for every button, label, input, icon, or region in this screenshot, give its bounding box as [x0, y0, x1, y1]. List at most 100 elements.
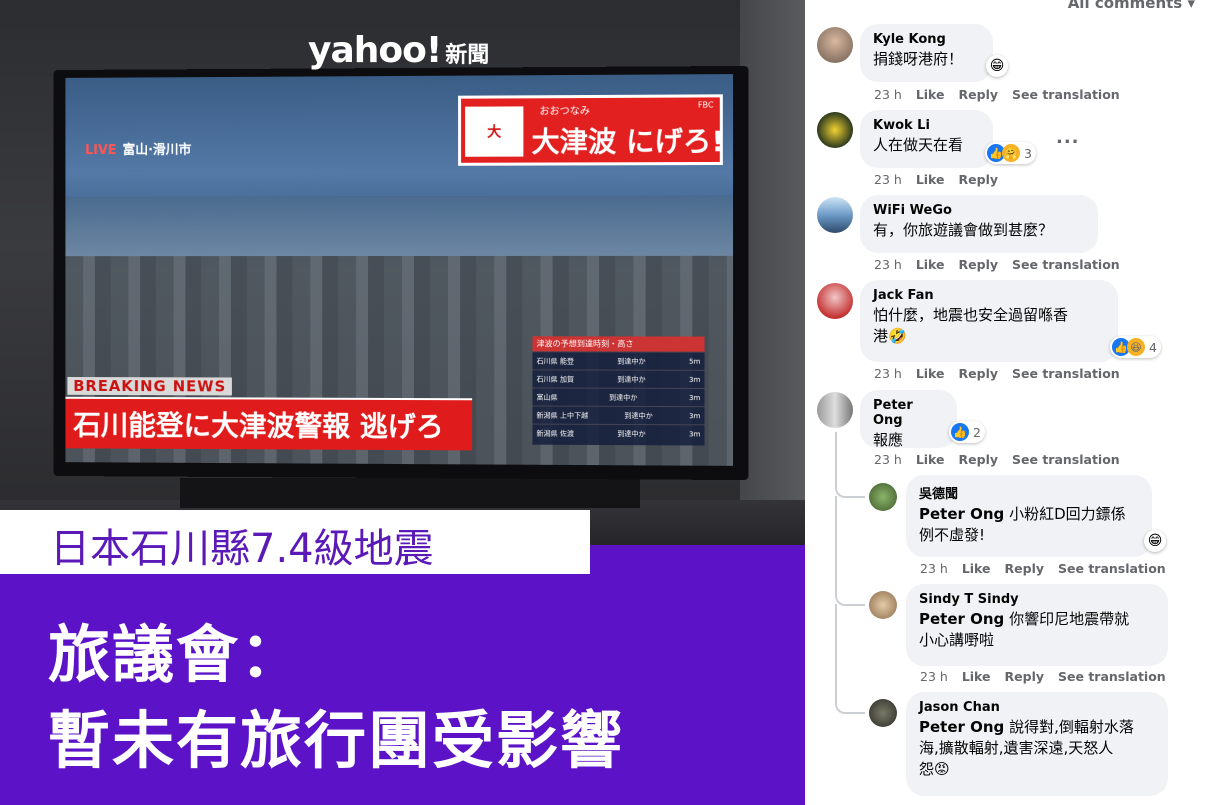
- caret-down-icon: ▾: [1187, 0, 1195, 12]
- table-row: 石川県 加賀 到達中か 3m: [532, 369, 705, 389]
- thread-line: [835, 604, 865, 714]
- caption-text: 日本石川縣7.4級地震: [50, 526, 434, 572]
- live-tag: LIVE: [85, 143, 117, 159]
- table-row: 新潟県 佐渡 到達中か 3m: [532, 423, 705, 443]
- live-location: 富山·滑川市: [122, 142, 192, 158]
- mention-tag[interactable]: Peter Ong: [919, 610, 1004, 628]
- reply-text-line: 小心講嘢啦: [919, 631, 995, 649]
- like-link[interactable]: Like: [916, 452, 945, 467]
- reply-link[interactable]: Reply: [959, 452, 998, 467]
- commenter-name[interactable]: WiFi WeGo: [873, 203, 1085, 218]
- caption-box: 日本石川縣7.4級地震: [0, 510, 590, 574]
- comment-text-line: 怕什麼，地震也安全過留喺香: [873, 306, 1069, 324]
- tsunami-table: 津波の予想到達時刻・高さ 石川県 能登 到達中か 5m 石川県 加賀 到達中か 3m 富…: [532, 336, 705, 446]
- reply-link[interactable]: Reply: [1005, 561, 1044, 576]
- more-options-icon[interactable]: ...: [1056, 127, 1080, 148]
- mention-tag[interactable]: Peter Ong: [919, 505, 1004, 523]
- reply-bubble: Sindy T Sindy Peter Ong 你響印尼地震帶就 小心講嘢啦: [906, 584, 1168, 666]
- like-link[interactable]: Like: [916, 172, 945, 187]
- breaking-news-label: BREAKING NEWS: [67, 376, 233, 396]
- comment-bubble: Kwok Li 人在做天在看: [860, 110, 993, 168]
- grin-emoji-icon: 😁: [1144, 530, 1166, 552]
- like-reaction-icon: 👍: [951, 423, 969, 441]
- comment-meta: 23 h Like Reply: [874, 172, 999, 187]
- reaction-summary[interactable]: 👍 😆 4: [1110, 336, 1161, 358]
- reply-text-line: Peter Ong 小粉紅D回力鏢係: [919, 505, 1126, 523]
- see-translation-link[interactable]: See translation: [1058, 561, 1166, 576]
- commenter-name[interactable]: Kyle Kong: [873, 32, 980, 47]
- reply-meta: 23 h Like Reply See translation: [920, 669, 1166, 684]
- see-translation-link[interactable]: See translation: [1058, 669, 1166, 684]
- tsunami-headline: 大津波 にげろ!: [531, 124, 725, 159]
- table-row: 富山県 到達中か 3m: [532, 387, 705, 407]
- see-translation-link[interactable]: See translation: [1012, 257, 1120, 272]
- reply-bubble: Jason Chan Peter Ong 說得對,倒輻射水落 海,擴散輻射,遺害…: [906, 692, 1168, 796]
- commenter-name[interactable]: 吳德聞: [919, 483, 1139, 502]
- see-translation-link[interactable]: See translation: [1012, 452, 1120, 467]
- comment-bubble: Jack Fan 怕什麼，地震也安全過留喺香 港🤣: [860, 280, 1118, 362]
- comments-panel: All comments ▾ Kyle Kong 捐錢呀港府！ 😁 23 h Li…: [805, 0, 1213, 805]
- reply-text-line: Peter Ong 你響印尼地震帶就: [919, 610, 1130, 628]
- live-label: LIVE 富山·滑川市: [85, 139, 191, 158]
- commenter-name[interactable]: Peter Ong: [873, 398, 944, 428]
- commenter-name[interactable]: Kwok Li: [873, 118, 980, 133]
- reply-link[interactable]: Reply: [1005, 669, 1044, 684]
- comment-meta: 23 h Like Reply See translation: [874, 452, 1120, 467]
- see-translation-link[interactable]: See translation: [1012, 87, 1120, 102]
- like-link[interactable]: Like: [962, 561, 991, 576]
- avatar[interactable]: [817, 283, 853, 319]
- commenter-name[interactable]: Jack Fan: [873, 288, 1105, 303]
- avatar[interactable]: [817, 112, 853, 148]
- comment-bubble: WiFi WeGo 有，你旅遊議會做到甚麼？: [860, 195, 1098, 253]
- avatar[interactable]: [817, 392, 853, 428]
- like-link[interactable]: Like: [962, 669, 991, 684]
- like-link[interactable]: Like: [916, 257, 945, 272]
- commenter-name[interactable]: Sindy T Sindy: [919, 592, 1155, 607]
- table-row: 石川県 能登 到達中か 5m: [532, 351, 705, 370]
- thread-line: [835, 496, 865, 606]
- reply-text-line: Peter Ong 說得對,倒輻射水落: [919, 718, 1134, 736]
- tv-screen: LIVE 富山·滑川市 大 おおつなみ 大津波 にげろ! FBC 津波の予想到達時…: [65, 74, 734, 466]
- like-link[interactable]: Like: [916, 87, 945, 102]
- see-translation-link[interactable]: See translation: [1012, 366, 1120, 381]
- reaction-summary[interactable]: 👍 2: [949, 421, 985, 443]
- comment-meta: 23 h Like Reply See translation: [874, 257, 1120, 272]
- comment-text: 人在做天在看: [873, 136, 964, 154]
- reply-link[interactable]: Reply: [959, 172, 998, 187]
- reply-text-line: 怨😡: [919, 760, 950, 778]
- like-link[interactable]: Like: [916, 366, 945, 381]
- comment-bubble: Kyle Kong 捐錢呀港府！: [860, 24, 993, 82]
- warning-banner: 石川能登に大津波警報 逃げろ: [65, 396, 473, 451]
- reply-link[interactable]: Reply: [959, 257, 998, 272]
- avatar[interactable]: [869, 699, 897, 727]
- tsunami-kana: おおつなみ: [539, 106, 590, 118]
- reply-bubble: 吳德聞 Peter Ong 小粉紅D回力鏢係 例不虛發!: [906, 475, 1152, 557]
- headline-line-2: 暫未有旅行團受影響: [48, 704, 625, 777]
- reply-link[interactable]: Reply: [959, 366, 998, 381]
- fbc-logo: FBC: [697, 100, 714, 110]
- comment-text: 報應: [873, 431, 904, 449]
- avatar[interactable]: [817, 27, 853, 63]
- mention-tag[interactable]: Peter Ong: [919, 718, 1004, 736]
- tsunami-alert-box: 大 おおつなみ 大津波 にげろ! FBC: [458, 94, 725, 166]
- tv-stand: [180, 478, 640, 508]
- reaction-summary[interactable]: 👍 🤗 3: [985, 142, 1036, 164]
- care-reaction-icon: 🤗: [1002, 144, 1020, 162]
- yahoo-news-logo: yahoo! 新聞: [308, 30, 490, 71]
- thread-line: [835, 432, 865, 498]
- haha-reaction-icon: 😆: [1127, 338, 1145, 356]
- tsunami-table-header: 津波の予想到達時刻・高さ: [532, 336, 705, 352]
- reply-link[interactable]: Reply: [959, 87, 998, 102]
- comment-meta: 23 h Like Reply See translation: [874, 87, 1120, 102]
- comment-meta: 23 h Like Reply See translation: [874, 366, 1120, 381]
- sea: [65, 195, 734, 257]
- avatar[interactable]: [817, 197, 853, 233]
- all-comments-dropdown[interactable]: All comments ▾: [1068, 0, 1195, 12]
- reply-meta: 23 h Like Reply See translation: [920, 561, 1166, 576]
- commenter-name[interactable]: Jason Chan: [919, 700, 1155, 715]
- news-image[interactable]: LIVE 富山·滑川市 大 おおつなみ 大津波 にげろ! FBC 津波の予想到達時…: [0, 0, 805, 805]
- comment-text: 有，你旅遊議會做到甚麼？: [873, 221, 1054, 239]
- avatar[interactable]: [869, 483, 897, 511]
- wall: [740, 0, 805, 545]
- avatar[interactable]: [869, 591, 897, 619]
